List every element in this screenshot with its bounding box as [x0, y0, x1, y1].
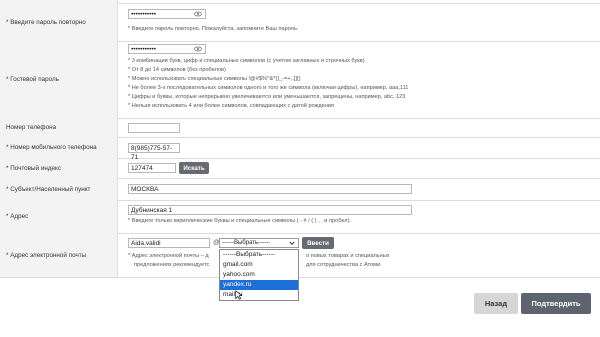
address-input[interactable]: Дубнинская 1 [128, 205, 412, 215]
dropdown-option[interactable]: yahoo.com [220, 270, 298, 280]
address-cell: Дубнинская 1 * Введите только кирилличес… [126, 200, 600, 233]
guest-password-input[interactable]: ••••••••••• [128, 44, 206, 54]
row-mobile: * Номер мобильного телефона 8(985)775-57… [0, 137, 600, 161]
row-guest-password: * Гостевой пароль ••••••••••• * 3 комбин… [0, 41, 600, 119]
email-local-input[interactable]: Aida.validi [128, 238, 210, 248]
email-note-right: о новых товарах и специальных [306, 253, 390, 259]
password-repeat-cell: ••••••••••• * Введите пароль повторно. П… [126, 3, 600, 41]
phone-label: Номер телефона [0, 118, 118, 137]
city-cell: МОСКВА [126, 178, 600, 200]
dropdown-option-selected[interactable]: yandex.ru [220, 280, 298, 290]
dropdown-option[interactable]: mail.ru [220, 290, 298, 300]
city-input[interactable]: МОСКВА [128, 184, 412, 194]
guest-password-note: * Цифры и буквы, которые непрерывно увел… [128, 94, 406, 100]
dropdown-option[interactable]: ------Выбрать------ [220, 250, 298, 260]
enter-email-button[interactable]: Ввести [302, 237, 334, 249]
phone-cell [126, 118, 600, 137]
guest-password-label: * Гостевой пароль [0, 41, 118, 118]
eye-icon[interactable] [194, 46, 202, 52]
password-repeat-label: * Введите пароль повторно [0, 3, 118, 41]
email-note-right: для сотрудничества с Атоми. [306, 262, 382, 268]
password-repeat-value: ••••••••••• [131, 11, 157, 18]
confirm-button[interactable]: Подтвердить [521, 293, 591, 314]
mobile-input[interactable]: 8(985)775-57-71 [128, 143, 180, 161]
email-note-left: * Адрес электронной почты – д [128, 253, 209, 259]
row-postal: * Почтовый индекс 127474 Искать [0, 158, 600, 179]
password-repeat-note: * Введите пароль повторно. Пожалуйста, з… [128, 26, 299, 32]
guest-password-note: * От 8 до 14 символов (без пробелов) [128, 67, 226, 73]
email-note-left: предложениях рекомендуетс [134, 262, 210, 268]
address-label: * Адрес [0, 200, 118, 233]
row-phone: Номер телефона [0, 118, 600, 138]
back-button[interactable]: Назад [474, 293, 518, 314]
mobile-cell: 8(985)775-57-71 [126, 137, 600, 161]
email-domain-value: ------Выбрать------ [222, 240, 271, 246]
guest-password-cell: ••••••••••• * 3 комбинации букв, цифр и … [126, 41, 600, 118]
mobile-label: * Номер мобильного телефона [0, 137, 118, 158]
email-label: * Адрес электронной почты [0, 233, 118, 277]
postal-cell: 127474 Искать [126, 158, 600, 178]
phone-input[interactable] [128, 123, 180, 133]
guest-password-note: * Нельзя использовать 4 или более символ… [128, 103, 334, 109]
city-label: * Субъект/Населенный пункт [0, 178, 118, 200]
email-domain-select[interactable]: ------Выбрать------ [219, 238, 299, 248]
registration-form: * Введите пароль повторно ••••••••••• * … [0, 0, 600, 278]
email-cell: Aida.validi @ ------Выбрать------ Ввести… [126, 233, 600, 277]
guest-password-note: * Можно использовать специальные символы… [128, 76, 301, 82]
guest-password-value: ••••••••••• [131, 46, 157, 53]
row-email: * Адрес электронной почты Aida.validi @ … [0, 233, 600, 278]
row-city: * Субъект/Населенный пункт МОСКВА [0, 178, 600, 201]
postal-input[interactable]: 127474 [128, 163, 176, 173]
row-password-repeat: * Введите пароль повторно ••••••••••• * … [0, 3, 600, 42]
password-repeat-input[interactable]: ••••••••••• [128, 9, 206, 19]
mouse-cursor-icon [235, 290, 242, 300]
eye-icon[interactable] [194, 11, 202, 17]
postal-label: * Почтовый индекс [0, 158, 118, 178]
row-address: * Адрес Дубнинская 1 * Введите только ки… [0, 200, 600, 234]
guest-password-note: * 3 комбинации букв, цифр и специальных … [128, 58, 365, 64]
chevron-down-icon [289, 241, 295, 245]
guest-password-note: * Не более 3-х последовательных символов… [128, 85, 409, 91]
dropdown-option[interactable]: gmail.com [220, 260, 298, 270]
search-postal-button[interactable]: Искать [179, 162, 209, 174]
address-note: * Введите только кириллические буквы и с… [128, 218, 351, 224]
email-domain-dropdown[interactable]: ------Выбрать------ gmail.com yahoo.com … [219, 249, 299, 301]
